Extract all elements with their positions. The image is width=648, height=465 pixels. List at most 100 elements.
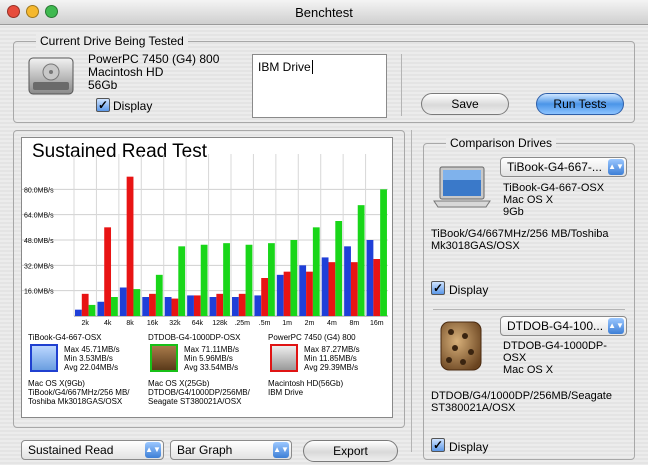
display-checkbox[interactable]: ✓: [96, 98, 110, 112]
comparison-drive-desc: TiBook/G4/667MHz/256 MB/Toshiba Mk3018GA…: [431, 228, 609, 252]
x-tick-label: 4m: [327, 320, 337, 327]
bar: [104, 227, 112, 316]
graph-type-value: Bar Graph: [177, 443, 233, 457]
drive-legend-info: Mac OS X(25Gb): [148, 379, 210, 388]
x-tick-label: .25m: [234, 320, 250, 327]
drive-legend-info: IBM Drive: [268, 388, 304, 397]
desktop-thumbnail-icon: [150, 344, 178, 372]
drive-legend-max: Max 87.27MB/s: [304, 345, 360, 354]
display-checkbox[interactable]: ✓: [431, 281, 445, 295]
test-type-popup[interactable]: Sustained Read ▲▼: [21, 440, 164, 460]
drive-name-value: IBM Drive: [258, 60, 311, 74]
comparison-separator: [433, 309, 625, 310]
comparison-drive-popup[interactable]: TiBook-G4-667-... ▲▼: [500, 157, 627, 177]
bar: [126, 176, 134, 316]
bar: [193, 295, 201, 316]
comparison-drive-desc: DTDOB/G4/1000DP/256MB/Seagate ST380021A/…: [431, 390, 612, 414]
bar-chart: 80.0MB/s 64.0MB/s 48.0MB/s 32.0MB/s 16.0MB/s…: [22, 154, 388, 327]
save-button[interactable]: Save: [421, 93, 509, 115]
bar: [254, 295, 262, 316]
os-label: Mac OS X: [503, 194, 554, 206]
hard-drive-icon: [27, 52, 75, 102]
drive-legend-avg: Avg 29.39MB/s: [304, 363, 359, 372]
bar: [344, 246, 351, 316]
drive-name-label: DTDOB-G4-1000DP-: [503, 340, 607, 352]
drive-legend-info: DTDOB/G4/1000DP/256MB/: [148, 388, 250, 397]
graph-type-popup[interactable]: Bar Graph ▲▼: [170, 440, 292, 460]
x-tick-label: 16k: [147, 320, 159, 327]
drive-legend-min: Min 11.85MB/s: [304, 354, 357, 363]
drive-name-label: TiBook-G4-667-OSX: [503, 182, 605, 194]
bar: [142, 297, 150, 316]
hard-drive-thumbnail-icon: [270, 344, 298, 372]
popup-arrows-icon: ▲▼: [145, 442, 161, 458]
drive-legend-max: Max 71.11MB/s: [184, 345, 239, 354]
bar: [97, 301, 105, 316]
comparison-drive-info: DTDOB-G4-1000DP- OSX Mac OS X: [503, 340, 607, 376]
y-tick-label: 48.0MB/s: [24, 238, 54, 245]
drive-legend-info: Seagate ST380021A/OSX: [148, 397, 242, 406]
comparison-drive-value: DTDOB-G4-100...: [507, 319, 604, 333]
bar: [133, 289, 141, 316]
bar: [366, 240, 374, 316]
display-checkbox[interactable]: ✓: [431, 438, 445, 452]
comparison-drive-value: TiBook-G4-667-...: [507, 160, 602, 174]
bar: [111, 297, 118, 316]
bar: [187, 295, 194, 316]
desc-line: TiBook/G4/667MHz/256 MB/Toshiba: [431, 228, 609, 240]
drive-legend-info: Mac OS X(9Gb): [28, 379, 85, 388]
bar: [268, 243, 275, 316]
drive-legend-name: PowerPC 7450 (G4) 800: [268, 333, 356, 342]
x-tick-label: 8m: [349, 320, 359, 327]
comparison-legend: Comparison Drives: [446, 136, 557, 150]
comparison-drive-popup[interactable]: DTDOB-G4-100... ▲▼: [500, 316, 627, 336]
x-tick-label: 1m: [282, 320, 292, 327]
bar: [306, 271, 313, 316]
drive-name-field[interactable]: IBM Drive: [252, 54, 387, 118]
desktop-icon: [433, 318, 489, 374]
desc-line: Mk3018GAS/OSX: [431, 240, 520, 252]
bar: [200, 244, 208, 316]
run-tests-button[interactable]: Run Tests: [536, 93, 624, 115]
drive-legend-info: Toshiba Mk3018GAS/OSX: [28, 397, 123, 406]
vertical-divider: [401, 54, 402, 116]
drive-legend-avg: Avg 22.04MB/s: [64, 363, 119, 372]
os-label: Mac OS X: [503, 364, 554, 376]
bar: [350, 262, 358, 316]
bar: [312, 227, 320, 316]
popup-arrows-icon: ▲▼: [608, 159, 624, 175]
bar: [373, 259, 381, 316]
bar: [164, 297, 172, 316]
title-bar: Benchtest: [0, 0, 648, 25]
test-type-value: Sustained Read: [28, 443, 114, 457]
comparison-drive-info: TiBook-G4-667-OSX Mac OS X 9Gb: [503, 182, 604, 218]
bar: [155, 274, 163, 316]
display-label: Display: [449, 440, 489, 454]
x-tick-label: 16m: [370, 320, 384, 327]
bar: [283, 271, 291, 316]
bar: [276, 274, 284, 316]
bar: [238, 293, 246, 316]
export-button[interactable]: Export: [303, 440, 398, 462]
y-tick-label: 64.0MB/s: [24, 213, 54, 220]
bar: [119, 287, 127, 316]
drive-name-label: OSX: [503, 352, 527, 364]
desc-line: DTDOB/G4/1000DP/256MB/Seagate: [431, 390, 612, 402]
display-label: Display: [449, 283, 489, 297]
bar: [335, 221, 343, 316]
drive-legend-min: Min 5.96MB/s: [184, 354, 233, 363]
desc-line: ST380021A/OSX: [431, 402, 516, 414]
current-drive-legend: Current Drive Being Tested: [36, 34, 188, 48]
x-tick-label: 2k: [82, 320, 90, 327]
bar: [171, 298, 179, 316]
y-tick-label: 16.0MB/s: [24, 289, 54, 296]
x-tick-label: 2m: [305, 320, 315, 327]
popup-arrows-icon: ▲▼: [608, 318, 624, 334]
bar: [232, 297, 239, 316]
bar: [223, 243, 230, 316]
panel-divider: [411, 130, 412, 452]
display-label: Display: [113, 99, 153, 113]
bar: [75, 309, 82, 316]
bar: [299, 265, 307, 316]
bar: [88, 304, 96, 316]
